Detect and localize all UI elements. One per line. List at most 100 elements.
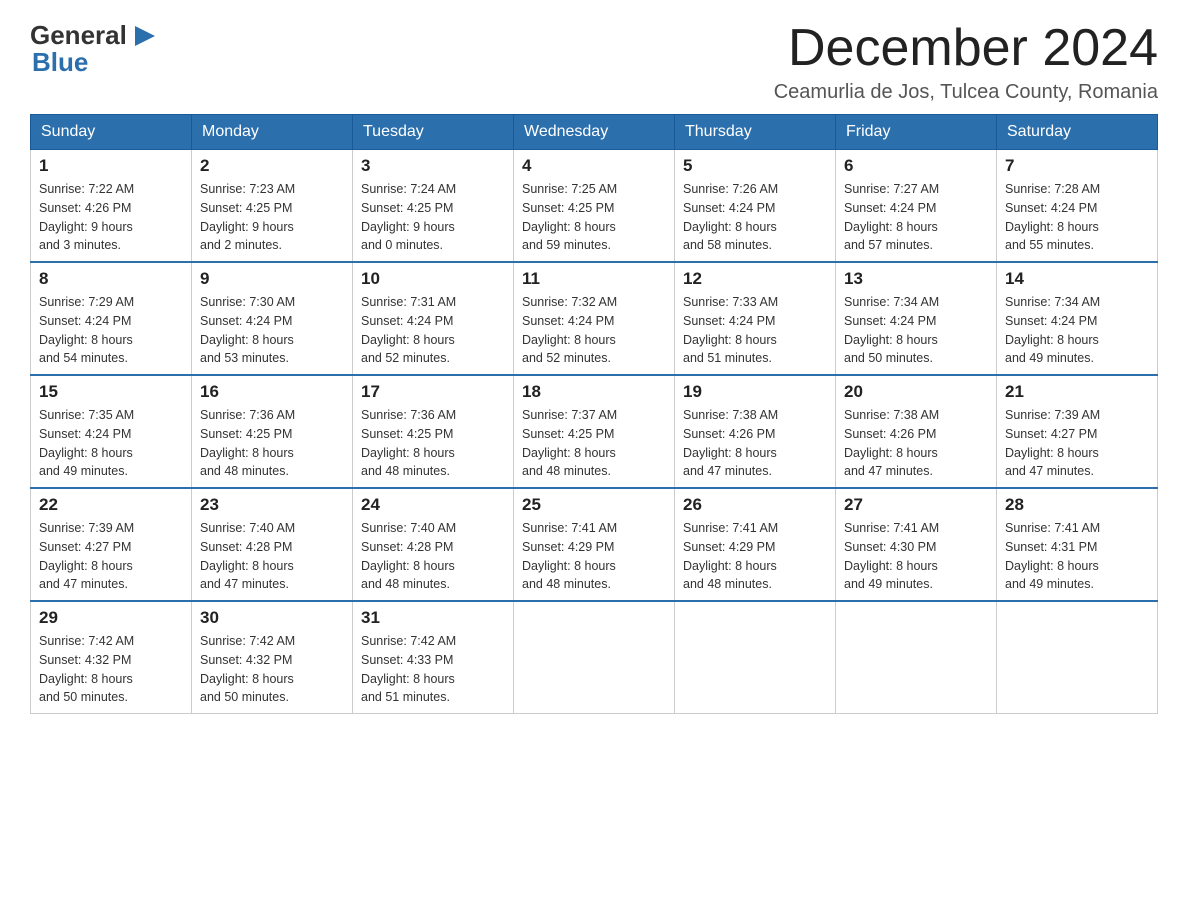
day-number: 1 — [39, 156, 183, 176]
month-title: December 2024 — [774, 20, 1158, 77]
day-number: 31 — [361, 608, 505, 628]
day-number: 25 — [522, 495, 666, 515]
table-row: 22 Sunrise: 7:39 AMSunset: 4:27 PMDaylig… — [31, 488, 192, 601]
table-row: 10 Sunrise: 7:31 AMSunset: 4:24 PMDaylig… — [353, 262, 514, 375]
table-row: 21 Sunrise: 7:39 AMSunset: 4:27 PMDaylig… — [997, 375, 1158, 488]
day-info: Sunrise: 7:40 AMSunset: 4:28 PMDaylight:… — [361, 521, 456, 591]
day-number: 17 — [361, 382, 505, 402]
calendar-week-row: 8 Sunrise: 7:29 AMSunset: 4:24 PMDayligh… — [31, 262, 1158, 375]
day-number: 22 — [39, 495, 183, 515]
col-saturday: Saturday — [997, 115, 1158, 150]
day-number: 8 — [39, 269, 183, 289]
table-row: 18 Sunrise: 7:37 AMSunset: 4:25 PMDaylig… — [514, 375, 675, 488]
day-info: Sunrise: 7:38 AMSunset: 4:26 PMDaylight:… — [844, 408, 939, 478]
day-number: 15 — [39, 382, 183, 402]
calendar-week-row: 1 Sunrise: 7:22 AMSunset: 4:26 PMDayligh… — [31, 150, 1158, 263]
day-number: 24 — [361, 495, 505, 515]
day-info: Sunrise: 7:34 AMSunset: 4:24 PMDaylight:… — [1005, 295, 1100, 365]
day-info: Sunrise: 7:41 AMSunset: 4:30 PMDaylight:… — [844, 521, 939, 591]
table-row — [997, 601, 1158, 714]
day-info: Sunrise: 7:22 AMSunset: 4:26 PMDaylight:… — [39, 182, 134, 252]
table-row: 28 Sunrise: 7:41 AMSunset: 4:31 PMDaylig… — [997, 488, 1158, 601]
calendar-week-row: 29 Sunrise: 7:42 AMSunset: 4:32 PMDaylig… — [31, 601, 1158, 714]
calendar-week-row: 22 Sunrise: 7:39 AMSunset: 4:27 PMDaylig… — [31, 488, 1158, 601]
table-row: 27 Sunrise: 7:41 AMSunset: 4:30 PMDaylig… — [836, 488, 997, 601]
table-row: 2 Sunrise: 7:23 AMSunset: 4:25 PMDayligh… — [192, 150, 353, 263]
calendar-header-row: Sunday Monday Tuesday Wednesday Thursday… — [31, 115, 1158, 150]
day-info: Sunrise: 7:35 AMSunset: 4:24 PMDaylight:… — [39, 408, 134, 478]
day-number: 20 — [844, 382, 988, 402]
day-info: Sunrise: 7:36 AMSunset: 4:25 PMDaylight:… — [200, 408, 295, 478]
table-row — [836, 601, 997, 714]
day-number: 30 — [200, 608, 344, 628]
table-row — [514, 601, 675, 714]
day-info: Sunrise: 7:42 AMSunset: 4:33 PMDaylight:… — [361, 634, 456, 704]
day-number: 26 — [683, 495, 827, 515]
table-row: 11 Sunrise: 7:32 AMSunset: 4:24 PMDaylig… — [514, 262, 675, 375]
day-info: Sunrise: 7:25 AMSunset: 4:25 PMDaylight:… — [522, 182, 617, 252]
day-number: 19 — [683, 382, 827, 402]
location: Ceamurlia de Jos, Tulcea County, Romania — [774, 81, 1158, 104]
table-row: 12 Sunrise: 7:33 AMSunset: 4:24 PMDaylig… — [675, 262, 836, 375]
day-info: Sunrise: 7:41 AMSunset: 4:29 PMDaylight:… — [683, 521, 778, 591]
day-number: 16 — [200, 382, 344, 402]
table-row: 5 Sunrise: 7:26 AMSunset: 4:24 PMDayligh… — [675, 150, 836, 263]
day-info: Sunrise: 7:40 AMSunset: 4:28 PMDaylight:… — [200, 521, 295, 591]
day-info: Sunrise: 7:26 AMSunset: 4:24 PMDaylight:… — [683, 182, 778, 252]
table-row: 23 Sunrise: 7:40 AMSunset: 4:28 PMDaylig… — [192, 488, 353, 601]
calendar-week-row: 15 Sunrise: 7:35 AMSunset: 4:24 PMDaylig… — [31, 375, 1158, 488]
day-number: 10 — [361, 269, 505, 289]
day-number: 13 — [844, 269, 988, 289]
day-number: 4 — [522, 156, 666, 176]
col-thursday: Thursday — [675, 115, 836, 150]
day-info: Sunrise: 7:42 AMSunset: 4:32 PMDaylight:… — [39, 634, 134, 704]
table-row: 25 Sunrise: 7:41 AMSunset: 4:29 PMDaylig… — [514, 488, 675, 601]
table-row — [675, 601, 836, 714]
table-row: 3 Sunrise: 7:24 AMSunset: 4:25 PMDayligh… — [353, 150, 514, 263]
day-info: Sunrise: 7:37 AMSunset: 4:25 PMDaylight:… — [522, 408, 617, 478]
day-info: Sunrise: 7:41 AMSunset: 4:29 PMDaylight:… — [522, 521, 617, 591]
day-number: 28 — [1005, 495, 1149, 515]
day-info: Sunrise: 7:33 AMSunset: 4:24 PMDaylight:… — [683, 295, 778, 365]
col-wednesday: Wednesday — [514, 115, 675, 150]
day-number: 6 — [844, 156, 988, 176]
day-number: 14 — [1005, 269, 1149, 289]
day-number: 21 — [1005, 382, 1149, 402]
table-row: 4 Sunrise: 7:25 AMSunset: 4:25 PMDayligh… — [514, 150, 675, 263]
table-row: 31 Sunrise: 7:42 AMSunset: 4:33 PMDaylig… — [353, 601, 514, 714]
table-row: 29 Sunrise: 7:42 AMSunset: 4:32 PMDaylig… — [31, 601, 192, 714]
logo-blue: Blue — [32, 47, 88, 78]
table-row: 8 Sunrise: 7:29 AMSunset: 4:24 PMDayligh… — [31, 262, 192, 375]
day-info: Sunrise: 7:41 AMSunset: 4:31 PMDaylight:… — [1005, 521, 1100, 591]
table-row: 20 Sunrise: 7:38 AMSunset: 4:26 PMDaylig… — [836, 375, 997, 488]
day-number: 3 — [361, 156, 505, 176]
col-monday: Monday — [192, 115, 353, 150]
table-row: 6 Sunrise: 7:27 AMSunset: 4:24 PMDayligh… — [836, 150, 997, 263]
day-number: 27 — [844, 495, 988, 515]
day-number: 11 — [522, 269, 666, 289]
day-info: Sunrise: 7:39 AMSunset: 4:27 PMDaylight:… — [1005, 408, 1100, 478]
day-info: Sunrise: 7:29 AMSunset: 4:24 PMDaylight:… — [39, 295, 134, 365]
day-number: 9 — [200, 269, 344, 289]
table-row: 30 Sunrise: 7:42 AMSunset: 4:32 PMDaylig… — [192, 601, 353, 714]
table-row: 17 Sunrise: 7:36 AMSunset: 4:25 PMDaylig… — [353, 375, 514, 488]
table-row: 15 Sunrise: 7:35 AMSunset: 4:24 PMDaylig… — [31, 375, 192, 488]
day-info: Sunrise: 7:24 AMSunset: 4:25 PMDaylight:… — [361, 182, 456, 252]
table-row: 9 Sunrise: 7:30 AMSunset: 4:24 PMDayligh… — [192, 262, 353, 375]
table-row: 26 Sunrise: 7:41 AMSunset: 4:29 PMDaylig… — [675, 488, 836, 601]
day-info: Sunrise: 7:27 AMSunset: 4:24 PMDaylight:… — [844, 182, 939, 252]
day-info: Sunrise: 7:30 AMSunset: 4:24 PMDaylight:… — [200, 295, 295, 365]
day-number: 7 — [1005, 156, 1149, 176]
page-header: General Blue December 2024 Ceamurlia de … — [30, 20, 1158, 104]
day-info: Sunrise: 7:28 AMSunset: 4:24 PMDaylight:… — [1005, 182, 1100, 252]
day-info: Sunrise: 7:31 AMSunset: 4:24 PMDaylight:… — [361, 295, 456, 365]
day-info: Sunrise: 7:39 AMSunset: 4:27 PMDaylight:… — [39, 521, 134, 591]
table-row: 13 Sunrise: 7:34 AMSunset: 4:24 PMDaylig… — [836, 262, 997, 375]
logo-arrow-icon — [131, 22, 159, 50]
col-friday: Friday — [836, 115, 997, 150]
table-row: 24 Sunrise: 7:40 AMSunset: 4:28 PMDaylig… — [353, 488, 514, 601]
calendar-table: Sunday Monday Tuesday Wednesday Thursday… — [30, 114, 1158, 714]
day-number: 2 — [200, 156, 344, 176]
col-sunday: Sunday — [31, 115, 192, 150]
day-info: Sunrise: 7:23 AMSunset: 4:25 PMDaylight:… — [200, 182, 295, 252]
